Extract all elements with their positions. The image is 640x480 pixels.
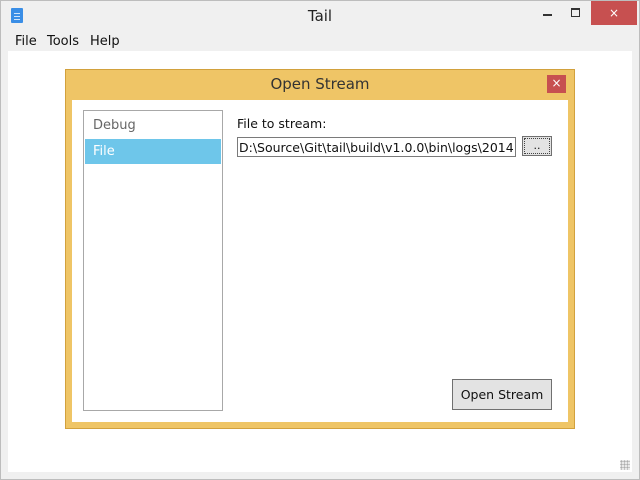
title-bar[interactable]: Tail × (1, 1, 639, 32)
menu-tools[interactable]: Tools (47, 34, 79, 49)
dialog-close-button[interactable]: × (547, 75, 566, 93)
open-stream-dialog: Open Stream × Debug File File to stream:… (65, 69, 575, 429)
open-stream-button[interactable]: Open Stream (452, 379, 552, 410)
maximize-button[interactable] (559, 1, 593, 25)
menu-bar: File Tools Help (8, 32, 632, 51)
minimize-icon (543, 14, 552, 16)
close-icon: × (608, 6, 620, 20)
source-item-debug[interactable]: Debug (85, 113, 221, 138)
close-button[interactable]: × (591, 1, 637, 25)
source-list[interactable]: Debug File (83, 110, 223, 411)
menu-file[interactable]: File (15, 34, 37, 49)
source-item-file[interactable]: File (85, 139, 221, 164)
file-path-input[interactable] (237, 137, 516, 157)
maximize-icon (571, 8, 580, 17)
file-to-stream-label: File to stream: (237, 116, 327, 131)
dialog-body: Debug File File to stream: .. Open Strea… (72, 100, 568, 422)
resize-grip-icon[interactable] (620, 460, 630, 470)
dialog-title: Open Stream (270, 75, 370, 93)
browse-button[interactable]: .. (522, 136, 552, 156)
menu-help[interactable]: Help (90, 34, 120, 49)
close-icon: × (551, 76, 562, 90)
